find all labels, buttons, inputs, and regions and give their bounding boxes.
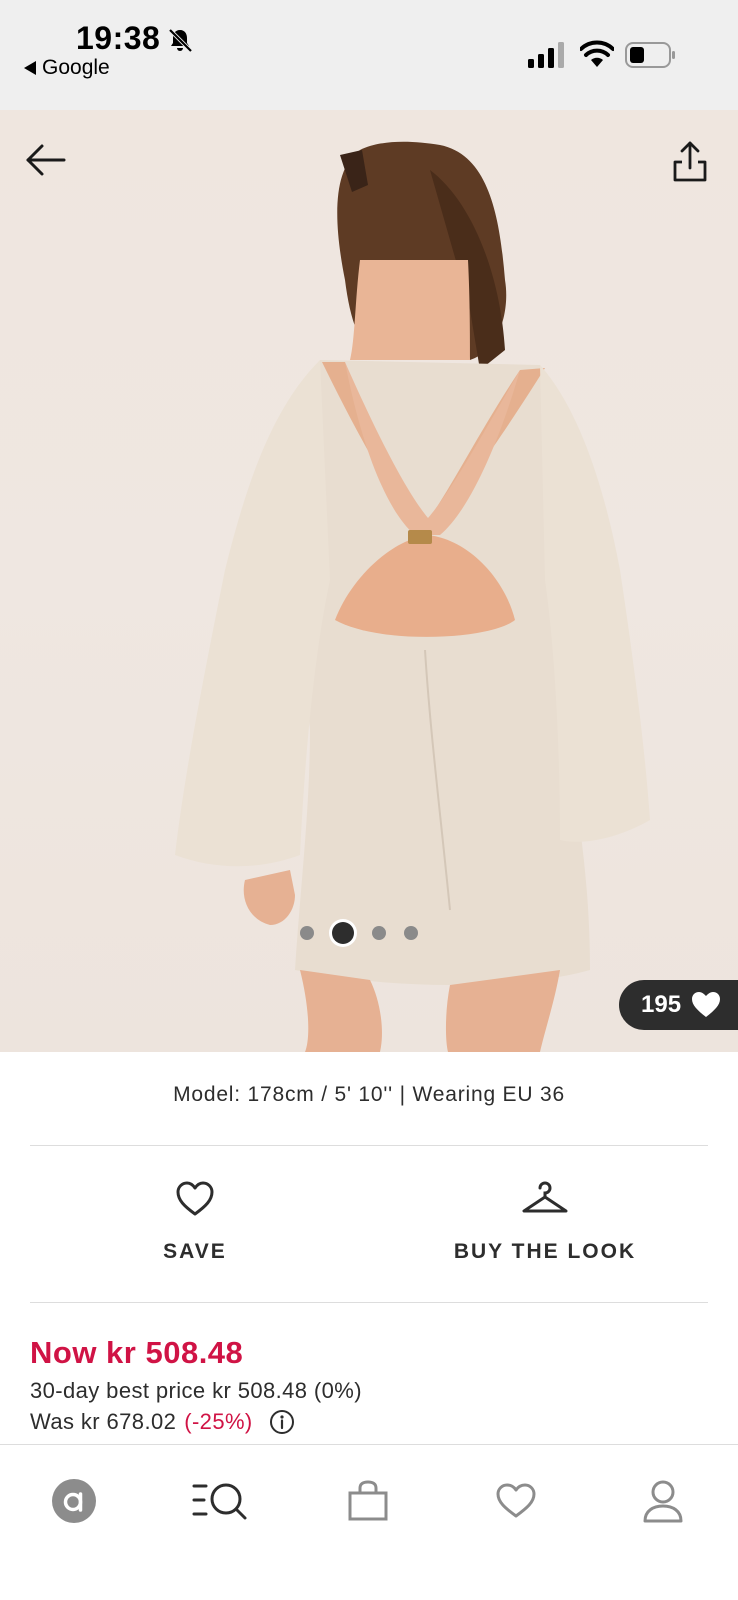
share-icon[interactable] xyxy=(672,140,708,182)
likes-badge[interactable]: 195 xyxy=(619,980,738,1030)
info-icon[interactable] xyxy=(269,1409,295,1435)
divider xyxy=(30,1145,708,1146)
bag-icon xyxy=(348,1480,388,1521)
nav-search[interactable] xyxy=(190,1471,250,1531)
carousel-dots xyxy=(300,922,418,944)
account-icon xyxy=(643,1480,683,1523)
heart-icon xyxy=(692,992,721,1017)
buy-the-look-label: BUY THE LOOK xyxy=(453,1240,637,1263)
nav-home[interactable] xyxy=(44,1471,104,1531)
bell-slash-icon xyxy=(168,28,193,53)
carousel-dot-active[interactable] xyxy=(332,922,354,944)
discount-percent: (-25%) xyxy=(184,1409,253,1434)
carousel-dot[interactable] xyxy=(404,926,418,940)
cellular-signal-icon xyxy=(528,42,564,68)
status-time: 19:38 xyxy=(76,20,161,56)
nav-account[interactable] xyxy=(633,1471,693,1531)
was-price: Was kr 678.02 xyxy=(30,1409,177,1434)
back-to-google-button[interactable]: Google xyxy=(24,56,110,80)
home-icon xyxy=(52,1479,96,1523)
save-label: SAVE xyxy=(163,1240,227,1263)
current-price: Now kr 508.48 xyxy=(30,1335,244,1370)
nav-saved[interactable] xyxy=(486,1471,546,1531)
buy-the-look-button[interactable]: BUY THE LOOK xyxy=(430,1180,660,1264)
back-app-label: Google xyxy=(42,56,110,79)
model-info: Model: 178cm / 5' 10'' | Wearing EU 36 xyxy=(173,1083,565,1106)
save-button[interactable]: SAVE xyxy=(110,1180,280,1264)
back-triangle-icon xyxy=(24,61,36,75)
divider xyxy=(30,1302,708,1303)
status-bar: 19:38 Google xyxy=(0,0,738,110)
wifi-icon xyxy=(580,40,614,67)
was-price-row: Was kr 678.02 (-25%) xyxy=(30,1409,295,1435)
back-arrow-icon[interactable] xyxy=(24,140,68,180)
best-price: 30-day best price kr 508.48 (0%) xyxy=(30,1378,362,1403)
heart-outline-icon xyxy=(176,1181,214,1216)
hanger-icon xyxy=(522,1181,568,1213)
likes-count: 195 xyxy=(641,991,682,1018)
battery-icon xyxy=(625,42,675,68)
carousel-dot[interactable] xyxy=(372,926,386,940)
search-icon xyxy=(192,1483,247,1520)
saved-icon xyxy=(496,1483,536,1518)
carousel-dot[interactable] xyxy=(300,926,314,940)
product-photo xyxy=(175,141,650,1052)
bottom-nav xyxy=(0,1444,738,1600)
product-image[interactable]: 195 xyxy=(0,110,738,1052)
nav-bag[interactable] xyxy=(338,1471,398,1531)
